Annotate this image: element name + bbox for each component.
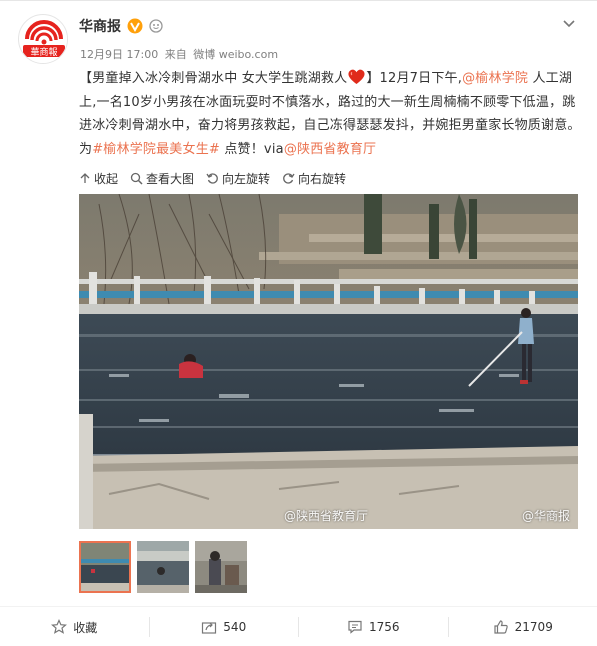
- favorite-label: 收藏: [73, 620, 98, 635]
- thumbnail-1-image: [79, 541, 131, 593]
- photo-scene: [79, 194, 578, 529]
- collapse-label: 收起: [94, 171, 119, 186]
- content-text-1: 【男童掉入冰冷刺骨湖水中 女大学生跳湖救人: [79, 71, 348, 86]
- weibo-post: 華商報 华商报 12月9日 17:00 来自 微博 weibo.com 【男童掉…: [0, 0, 597, 646]
- mention-yulin-college[interactable]: @榆林学院: [462, 71, 528, 86]
- content-text-4: 点赞！via: [220, 141, 284, 157]
- thumbnail-3-image: [195, 541, 247, 593]
- content-text-2: 】12月7日下午,: [366, 71, 463, 86]
- rotate-left-label: 向左旋转: [222, 171, 271, 186]
- forward-icon: [202, 622, 217, 634]
- watermark-left: @陕西省教育厅: [284, 509, 369, 523]
- account-header: 华商报: [79, 16, 163, 36]
- account-name[interactable]: 华商报: [79, 16, 121, 36]
- like-button[interactable]: 21709: [449, 617, 597, 637]
- chevron-down-icon[interactable]: [561, 15, 577, 31]
- thumbnail-2[interactable]: [137, 541, 189, 593]
- rotate-right-icon: [283, 172, 295, 184]
- member-icon[interactable]: [149, 19, 163, 33]
- verified-badge-icon[interactable]: [127, 18, 143, 34]
- view-large-button[interactable]: 查看大图: [130, 170, 194, 187]
- view-large-label: 查看大图: [146, 171, 195, 186]
- comment-count: 1756: [368, 620, 400, 634]
- avatar[interactable]: 華商報: [18, 14, 68, 64]
- action-bar: 收藏 540 1756 21709: [0, 606, 597, 646]
- thumbnail-strip: [79, 541, 253, 593]
- heart-icon: [348, 69, 365, 85]
- post-content: 【男童掉入冰冷刺骨湖水中 女大学生跳湖救人 】12月7日下午,@榆林学院 人工湖上…: [79, 67, 581, 161]
- forward-button[interactable]: 540: [150, 617, 299, 637]
- magnify-icon: [130, 172, 143, 185]
- favorite-button[interactable]: 收藏: [0, 617, 150, 637]
- post-meta: 12月9日 17:00 来自 微博 weibo.com: [80, 46, 281, 62]
- thumbs-up-icon: [494, 620, 508, 634]
- collapse-button[interactable]: 收起: [79, 170, 118, 187]
- source-prefix: 来自: [164, 48, 187, 61]
- forward-count: 540: [223, 620, 247, 634]
- rotate-left-icon: [206, 172, 218, 184]
- image-toolbar: 收起 查看大图 向左旋转 向右旋转: [79, 168, 358, 188]
- rotate-right-label: 向右旋转: [298, 171, 347, 186]
- like-count: 21709: [514, 620, 553, 634]
- thumbnail-2-image: [137, 541, 189, 593]
- post-source[interactable]: 微博 weibo.com: [193, 48, 278, 61]
- thumbnail-3[interactable]: [195, 541, 247, 593]
- main-photo[interactable]: @陕西省教育厅 @华商报: [79, 194, 578, 529]
- thumbnail-1[interactable]: [79, 541, 131, 593]
- comment-icon: [348, 620, 362, 634]
- avatar-logo-icon: 華商報: [20, 16, 67, 63]
- hashtag-link[interactable]: #榆林学院最美女生#: [92, 142, 220, 157]
- arrow-up-icon: [80, 173, 90, 183]
- avatar-text: 華商報: [30, 46, 57, 58]
- post-time[interactable]: 12月9日 17:00: [80, 48, 158, 61]
- rotate-left-button[interactable]: 向左旋转: [206, 170, 270, 187]
- rotate-right-button[interactable]: 向右旋转: [282, 170, 346, 187]
- star-icon: [51, 619, 68, 634]
- comment-button[interactable]: 1756: [299, 617, 449, 637]
- mention-education-dept[interactable]: @陕西省教育厅: [284, 142, 376, 157]
- watermark-right: @华商报: [522, 509, 571, 523]
